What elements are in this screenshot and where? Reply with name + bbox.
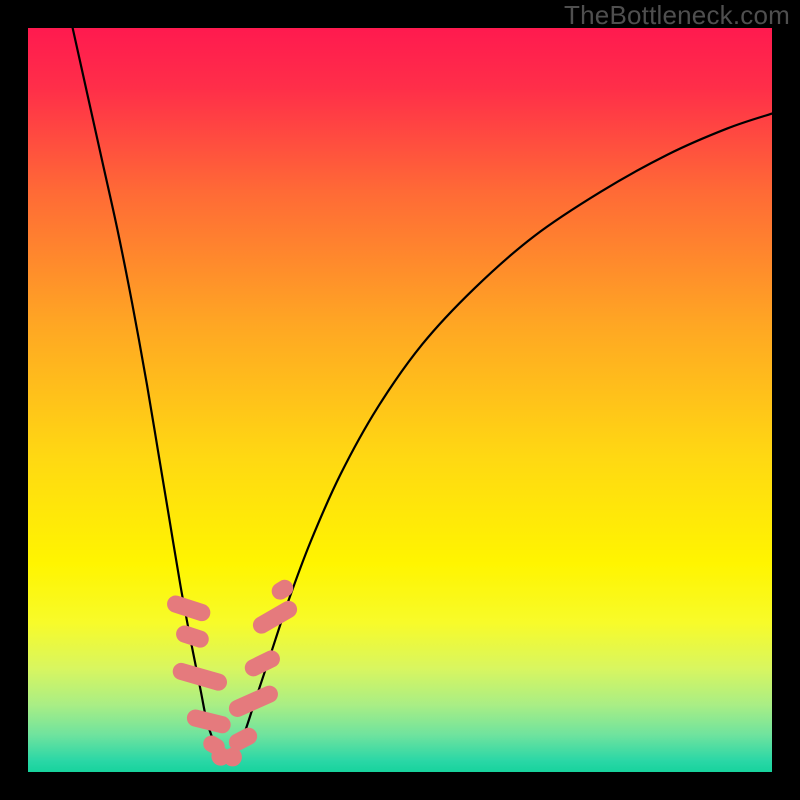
curve-layer bbox=[28, 28, 772, 772]
marker-0 bbox=[165, 593, 213, 623]
plot-area bbox=[28, 28, 772, 772]
curve-right-branch bbox=[235, 114, 772, 754]
marker-8 bbox=[226, 683, 281, 720]
marker-10 bbox=[250, 598, 300, 637]
marker-9 bbox=[242, 648, 283, 680]
marker-11 bbox=[268, 577, 296, 603]
watermark-text: TheBottleneck.com bbox=[564, 0, 790, 31]
chart-frame: TheBottleneck.com bbox=[0, 0, 800, 800]
